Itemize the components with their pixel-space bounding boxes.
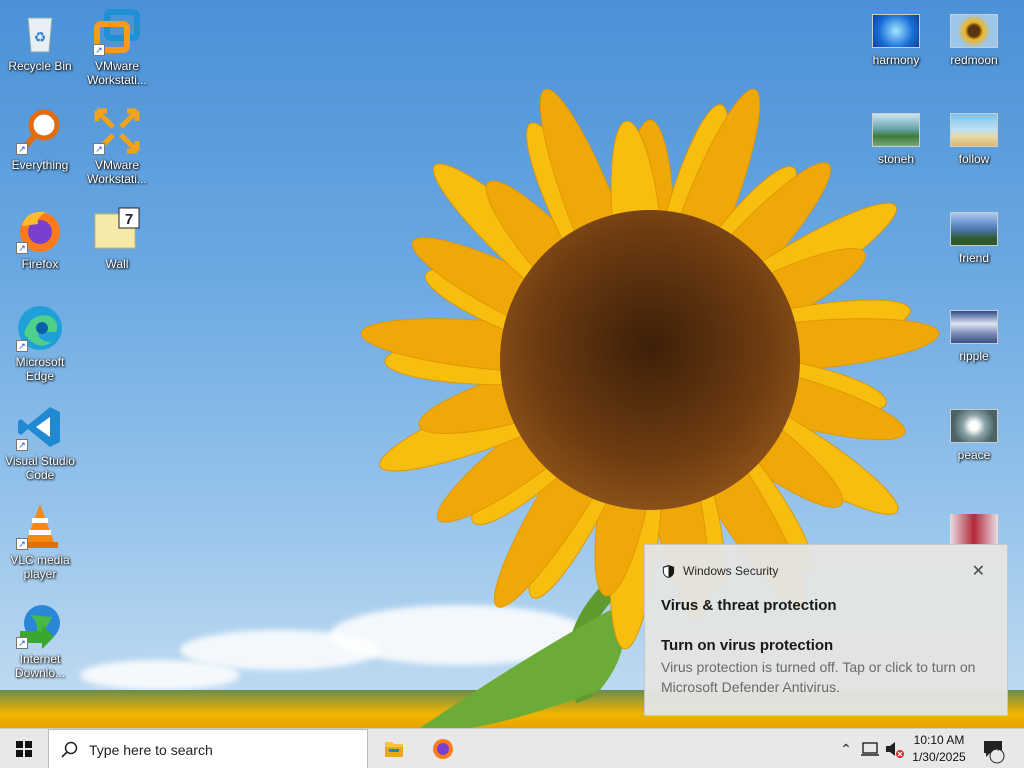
image-thumbnail xyxy=(950,310,998,344)
clock[interactable]: 10:10 AM 1/30/2025 xyxy=(906,732,972,766)
icon-label: friend xyxy=(958,251,990,265)
firefox-icon xyxy=(433,739,453,759)
icon-label: VLC media player xyxy=(10,553,70,581)
shortcut-arrow-icon: ↗ xyxy=(16,242,28,254)
firefox-icon: ↗ xyxy=(16,206,64,254)
follow-image-icon[interactable]: follow xyxy=(934,103,1014,197)
action-center-button[interactable]: 4 xyxy=(980,729,1010,768)
icon-label: Firefox xyxy=(21,257,59,271)
stoneh-image-icon[interactable]: stoneh xyxy=(856,103,936,197)
notification-heading: Turn on virus protection xyxy=(661,637,834,654)
network-icon[interactable] xyxy=(858,729,882,768)
file-explorer-button[interactable] xyxy=(372,729,416,768)
ripple-image-icon[interactable]: ripple xyxy=(934,300,1014,394)
image-thumbnail xyxy=(872,14,920,48)
vmware-workstation-2-icon[interactable]: ↗ VMware Workstati... xyxy=(77,103,157,197)
shortcut-arrow-icon: ↗ xyxy=(16,143,28,155)
internet-download-manager-icon[interactable]: ↗ Internet Downlo... xyxy=(0,597,80,691)
wall-file-icon[interactable]: 7 Wall xyxy=(77,202,157,296)
folder-icon xyxy=(385,742,403,757)
icon-label: VMware Workstati... xyxy=(87,59,147,87)
image-thumbnail xyxy=(950,212,998,246)
search-placeholder: Type here to search xyxy=(89,742,213,758)
close-icon[interactable]: ✕ xyxy=(972,561,985,581)
windows-security-notification[interactable]: Windows Security ✕ Virus & threat protec… xyxy=(644,544,1008,716)
shortcut-arrow-icon: ↗ xyxy=(16,538,28,550)
windows-logo-icon xyxy=(16,741,32,757)
shortcut-arrow-icon: ↗ xyxy=(16,637,28,649)
icon-label: Internet Downlo... xyxy=(14,652,66,680)
recycle-bin-icon[interactable]: ♻ Recycle Bin xyxy=(0,4,80,98)
icon-label: peace xyxy=(957,448,991,462)
notification-title: Virus & threat protection xyxy=(661,597,837,614)
shield-icon xyxy=(662,564,675,579)
peace-image-icon[interactable]: peace xyxy=(934,399,1014,493)
icon-label: VMware Workstati... xyxy=(87,158,147,186)
icon-label: Recycle Bin xyxy=(8,59,72,73)
firefox-taskbar-button[interactable] xyxy=(421,729,465,768)
svg-text:♻: ♻ xyxy=(34,29,47,45)
notification-body: Virus protection is turned off. Tap or c… xyxy=(661,659,976,695)
desktop: ♻ Recycle Bin ↗ VMware Workstati... ↗ Ev… xyxy=(0,0,1024,728)
vlc-icon[interactable]: ↗ VLC media player xyxy=(0,498,80,592)
edge-icon: ↗ xyxy=(16,304,64,352)
clock-time: 10:10 AM xyxy=(913,733,965,747)
everything-icon[interactable]: ↗ Everything xyxy=(0,103,80,197)
icon-label: Visual Studio Code xyxy=(5,454,75,482)
icon-label: Everything xyxy=(11,158,69,172)
search-box[interactable]: Type here to search xyxy=(48,729,368,768)
image-thumbnail xyxy=(950,14,998,48)
vscode-icon: ↗ xyxy=(16,403,64,451)
friend-image-icon[interactable]: friend xyxy=(934,202,1014,296)
start-button[interactable] xyxy=(0,729,48,768)
vmware-workstation-icon[interactable]: ↗ VMware Workstati... xyxy=(77,4,157,98)
speaker-muted-icon[interactable] xyxy=(882,729,906,768)
image-thumbnail xyxy=(872,113,920,147)
icon-label: harmony xyxy=(872,53,920,67)
clock-date: 1/30/2025 xyxy=(912,750,966,764)
magnifier-icon: ↗ xyxy=(16,107,64,155)
icon-label: Wall xyxy=(105,257,129,271)
vmware-icon: ↗ xyxy=(93,8,141,56)
chevron-up-icon[interactable]: ⌃ xyxy=(834,729,858,768)
image-thumbnail xyxy=(950,514,998,544)
image-thumbnail xyxy=(950,409,998,443)
vlc-cone-icon: ↗ xyxy=(16,502,64,550)
globe-download-icon: ↗ xyxy=(16,601,64,649)
redmoon-image-icon[interactable]: redmoon xyxy=(934,4,1014,98)
taskbar: Type here to search ⌃ 10:10 AM 1/30/2025… xyxy=(0,728,1024,768)
folder-file-icon: 7 xyxy=(93,206,141,254)
notification-app-name: Windows Security xyxy=(683,564,779,578)
notification-count: 4 xyxy=(994,743,1000,754)
shortcut-arrow-icon: ↗ xyxy=(16,340,28,352)
icon-label: stoneh xyxy=(877,152,915,166)
recycle-bin-icon: ♻ xyxy=(16,8,64,56)
vscode-icon[interactable]: ↗ Visual Studio Code xyxy=(0,399,80,493)
shortcut-arrow-icon: ↗ xyxy=(93,143,105,155)
icon-label: follow xyxy=(958,152,990,166)
image-thumbnail xyxy=(950,113,998,147)
vmware-arrows-icon: ↗ xyxy=(93,107,141,155)
microsoft-edge-icon[interactable]: ↗ Microsoft Edge xyxy=(0,300,80,394)
shortcut-arrow-icon: ↗ xyxy=(93,44,105,56)
icon-label: redmoon xyxy=(950,53,998,67)
icon-label: Microsoft Edge xyxy=(15,355,65,383)
shortcut-arrow-icon: ↗ xyxy=(16,439,28,451)
svg-text:7: 7 xyxy=(125,211,133,228)
firefox-icon[interactable]: ↗ Firefox xyxy=(0,202,80,296)
search-icon xyxy=(61,741,78,758)
harmony-image-icon[interactable]: harmony xyxy=(856,4,936,98)
icon-label: ripple xyxy=(959,349,989,363)
